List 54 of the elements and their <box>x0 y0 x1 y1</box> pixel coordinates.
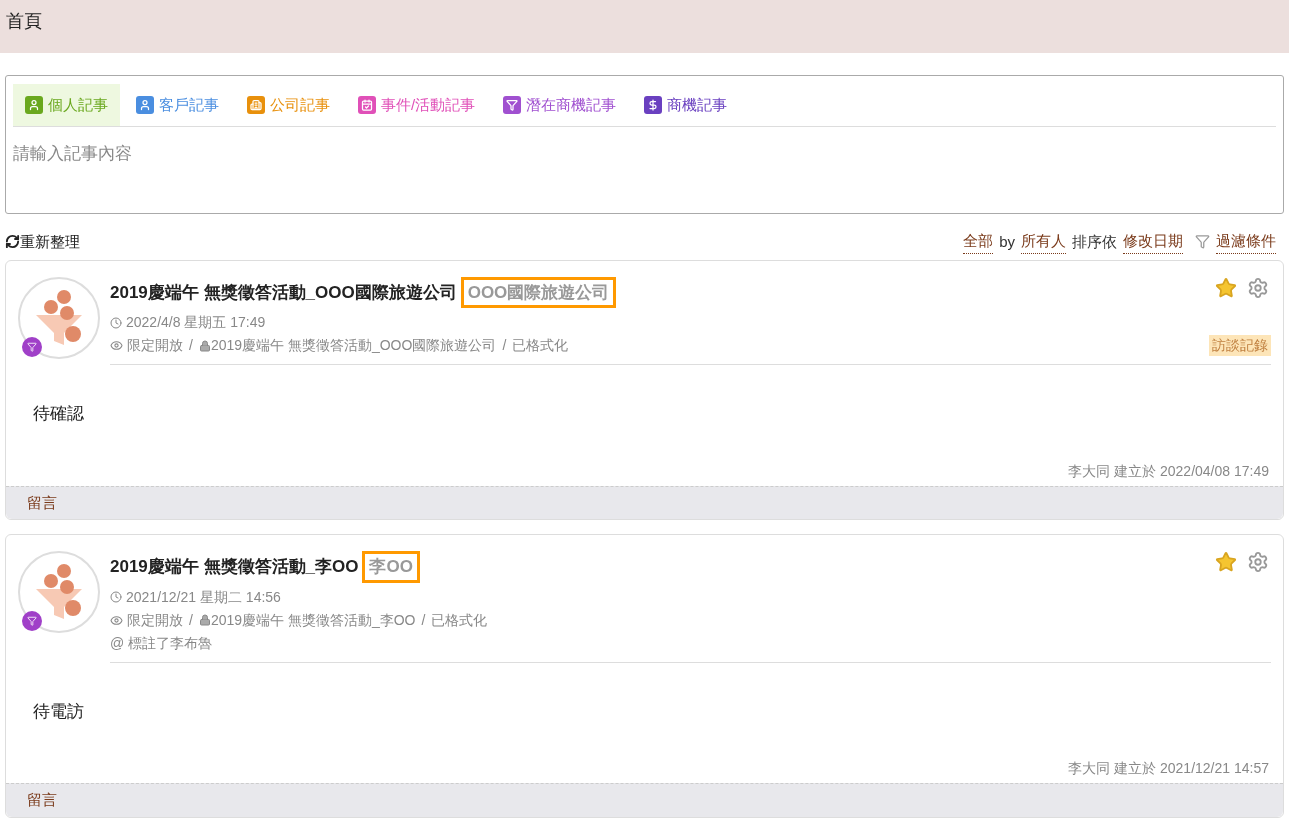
note-footer: 李大同 建立於 2021/12/21 14:57 <box>1068 758 1283 779</box>
refresh-icon <box>5 234 20 250</box>
funnel-badge-icon <box>22 611 42 631</box>
refresh-button[interactable]: 重新整理 <box>5 230 80 253</box>
note-title[interactable]: 2019慶端午 無獎徵答活動_OOO國際旅遊公司 <box>110 279 457 305</box>
note-path[interactable]: 2019慶端午 無獎徵答活動_李OO <box>210 609 416 631</box>
note-path[interactable]: 2019慶端午 無獎徵答活動_OOO國際旅遊公司 <box>210 335 497 356</box>
eye-icon <box>110 339 123 352</box>
by-label: by <box>999 231 1015 252</box>
note-type-tab[interactable]: 潛在商機記事 <box>491 84 629 126</box>
dollar-icon <box>644 96 663 114</box>
note-body: 待確認 <box>33 403 85 425</box>
scope-link[interactable]: 全部 <box>963 230 994 254</box>
clock-icon <box>110 591 122 603</box>
sort-label: 排序依 <box>1072 231 1117 252</box>
note-datetime: 2022/4/8 星期五 17:49 <box>126 313 266 332</box>
settings-icon[interactable] <box>1247 551 1269 573</box>
person-icon <box>25 96 43 114</box>
note-type-tab[interactable]: 事件/活動記事 <box>346 84 488 126</box>
path-separator: / <box>421 610 426 630</box>
path-separator: / <box>189 610 193 630</box>
comment-bar[interactable]: 留言 <box>6 783 1283 817</box>
note-body: 待電訪 <box>33 700 85 723</box>
note-title[interactable]: 2019慶端午 無獎徵答活動_李OO <box>110 554 359 580</box>
lock-icon <box>198 339 211 352</box>
note-datetime: 2021/12/21 星期二 14:56 <box>126 587 281 607</box>
visibility-text: 限定開放 <box>127 336 183 355</box>
settings-icon[interactable] <box>1247 276 1269 299</box>
filter-link[interactable]: 過濾條件 <box>1216 230 1276 254</box>
path-separator: / <box>189 336 193 355</box>
owner-link[interactable]: 所有人 <box>1021 230 1066 254</box>
clock-icon <box>110 316 122 329</box>
format-status: 已格式化 <box>431 610 488 630</box>
note-type-tab[interactable]: 商機記事 <box>632 84 740 126</box>
note-input-field[interactable]: 請輸入記事內容 <box>13 141 1276 167</box>
eye-icon <box>110 613 123 627</box>
page-header: 首頁 <box>0 0 1289 53</box>
person-icon <box>136 96 154 114</box>
category-tag: 訪談記錄 <box>1209 335 1271 356</box>
calendar-icon <box>358 96 376 114</box>
mention-text: @ 標註了李布魯 <box>110 633 214 653</box>
lock-icon <box>198 614 211 626</box>
funnel-icon <box>503 96 522 114</box>
filter-icon <box>1195 234 1210 250</box>
note-type-tab[interactable]: 客戶記事 <box>124 84 231 126</box>
visibility-text: 限定開放 <box>127 610 183 630</box>
format-status: 已格式化 <box>512 336 569 355</box>
building-icon <box>247 96 265 114</box>
star-icon[interactable] <box>1215 551 1237 573</box>
comment-bar[interactable]: 留言 <box>6 485 1283 519</box>
path-separator: / <box>502 336 507 355</box>
star-icon[interactable] <box>1215 276 1237 299</box>
sort-link[interactable]: 修改日期 <box>1123 230 1183 254</box>
note-footer: 李大同 建立於 2022/04/08 17:49 <box>1068 460 1283 482</box>
